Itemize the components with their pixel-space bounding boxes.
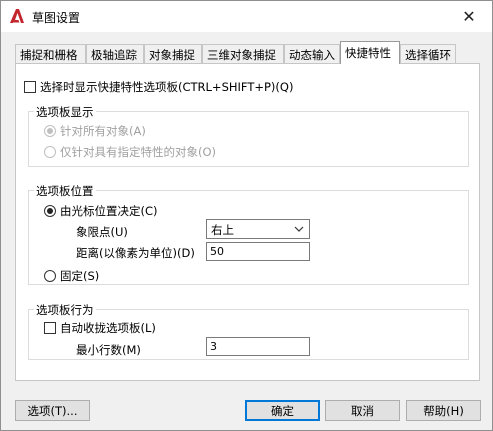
tab-selection-cycling[interactable]: 选择循环 — [400, 44, 456, 63]
all-objects-radio[interactable] — [44, 125, 56, 137]
close-button[interactable]: ✕ — [446, 1, 492, 32]
tab-polar-tracking[interactable]: 极轴追踪 — [86, 44, 144, 63]
options-button[interactable]: 选项(T)... — [15, 400, 90, 421]
palette-behavior-title: 选项板行为 — [34, 302, 96, 318]
chevron-down-icon — [294, 226, 304, 232]
palette-location-title: 选项板位置 — [34, 183, 96, 199]
ok-button[interactable]: 确定 — [245, 400, 320, 421]
close-icon: ✕ — [462, 7, 476, 26]
tab-dynamic-input[interactable]: 动态输入 — [284, 44, 340, 63]
quick-properties-panel: 选择时显示快捷特性选项板(CTRL+SHIFT+P)(Q) 选项板显示 针对所有… — [15, 63, 480, 381]
quadrant-label: 象限点(U) — [76, 225, 128, 239]
specified-objects-label: 仅针对具有指定特性的对象(O) — [60, 145, 217, 159]
cursor-dependent-radio[interactable] — [44, 205, 56, 217]
show-palette-checkbox[interactable] — [24, 81, 36, 93]
static-radio[interactable] — [44, 270, 56, 282]
min-rows-value: 3 — [210, 340, 217, 353]
cancel-button[interactable]: 取消 — [325, 400, 400, 421]
window-title: 草图设置 — [32, 11, 81, 25]
title-bar: 草图设置 ✕ — [1, 1, 492, 32]
min-rows-input[interactable]: 3 — [206, 337, 310, 356]
all-objects-label: 针对所有对象(A) — [60, 124, 146, 138]
tab-3d-object-snap[interactable]: 三维对象捕捉 — [202, 44, 284, 63]
distance-input[interactable]: 50 — [206, 242, 310, 261]
show-palette-label[interactable]: 选择时显示快捷特性选项板(CTRL+SHIFT+P)(Q) — [40, 79, 293, 95]
tab-snap-grid[interactable]: 捕捉和栅格 — [15, 44, 86, 63]
specified-objects-radio[interactable] — [44, 146, 56, 158]
help-button[interactable]: 帮助(H) — [406, 400, 481, 421]
autocad-logo-icon — [10, 9, 24, 23]
quadrant-select[interactable]: 右上 — [206, 219, 310, 239]
auto-collapse-checkbox[interactable] — [44, 322, 56, 334]
drafting-settings-dialog: 草图设置 ✕ 捕捉和栅格 极轴追踪 对象捕捉 三维对象捕捉 动态输入 快捷特性 … — [0, 0, 493, 431]
auto-collapse-label[interactable]: 自动收拢选项板(L) — [60, 320, 156, 336]
tab-object-snap[interactable]: 对象捕捉 — [144, 44, 202, 63]
palette-display-title: 选项板显示 — [34, 104, 96, 120]
static-label[interactable]: 固定(S) — [60, 268, 99, 284]
tab-quick-properties[interactable]: 快捷特性 — [340, 41, 400, 64]
quadrant-value: 右上 — [211, 223, 234, 237]
min-rows-label: 最小行数(M) — [76, 343, 141, 357]
distance-value: 50 — [210, 245, 224, 258]
cursor-dependent-label[interactable]: 由光标位置决定(C) — [60, 203, 158, 219]
distance-label: 距离(以像素为单位)(D) — [76, 246, 195, 260]
